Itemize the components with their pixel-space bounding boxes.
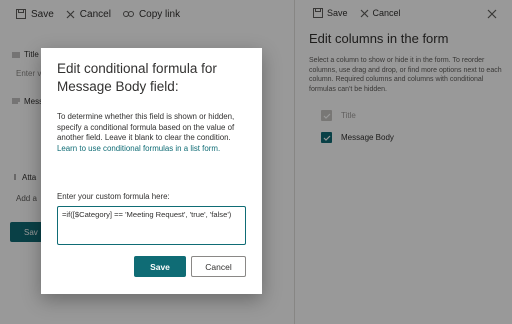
conditional-formula-dialog: Edit conditional formula for Message Bod… [41,48,262,294]
dialog-cancel-button[interactable]: Cancel [191,256,246,277]
formula-input[interactable]: =if([$Category] == 'Meeting Request', 't… [57,206,246,245]
dialog-description-text: To determine whether this field is shown… [57,112,235,143]
learn-formulas-link[interactable]: Learn to use conditional formulas in a l… [57,144,220,153]
dialog-save-button[interactable]: Save [134,256,186,277]
dialog-description: To determine whether this field is shown… [57,112,255,154]
formula-input-label: Enter your custom formula here: [57,192,170,201]
dialog-title: Edit conditional formula for Message Bod… [57,61,217,94]
